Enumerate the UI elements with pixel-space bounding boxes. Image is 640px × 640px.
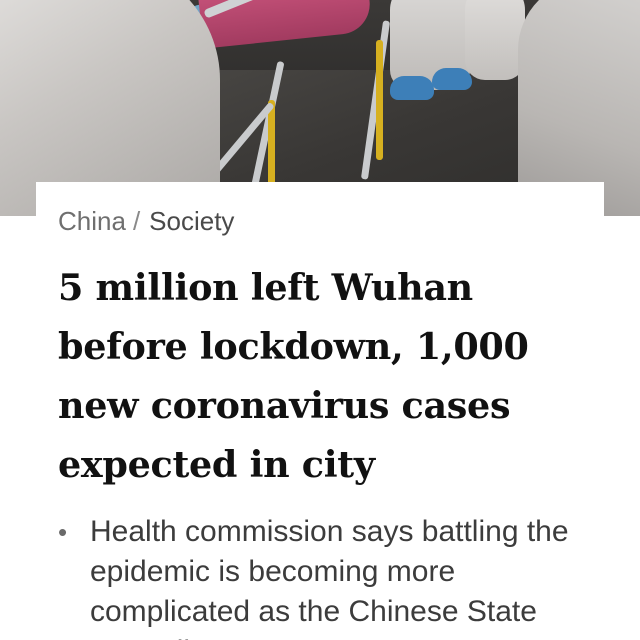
breadcrumb: China / Society	[58, 204, 234, 238]
article-summary-item: • Health commission says battling the ep…	[58, 512, 598, 640]
hero-shoe-cover-shape	[432, 68, 472, 90]
article-summary-list: • Health commission says battling the ep…	[58, 512, 598, 640]
article-summary-text: Health commission says battling the epid…	[90, 515, 569, 640]
article-page: China / Society 5 million left Wuhan befor…	[0, 0, 640, 640]
hero-stretcher-leg-yellow	[376, 40, 383, 160]
bullet-icon: •	[58, 517, 68, 547]
breadcrumb-link-china[interactable]: China	[58, 206, 126, 236]
article-card: China / Society 5 million left Wuhan befor…	[36, 182, 604, 640]
hero-stretcher-leg-yellow	[268, 100, 275, 190]
hero-shoe-cover-shape	[390, 76, 434, 100]
article-headline[interactable]: 5 million left Wuhan before lockdown, 1,…	[58, 258, 588, 494]
breadcrumb-link-society[interactable]: Society	[149, 206, 234, 236]
breadcrumb-separator: /	[132, 206, 141, 236]
hero-worker-background-shape	[465, 0, 525, 80]
